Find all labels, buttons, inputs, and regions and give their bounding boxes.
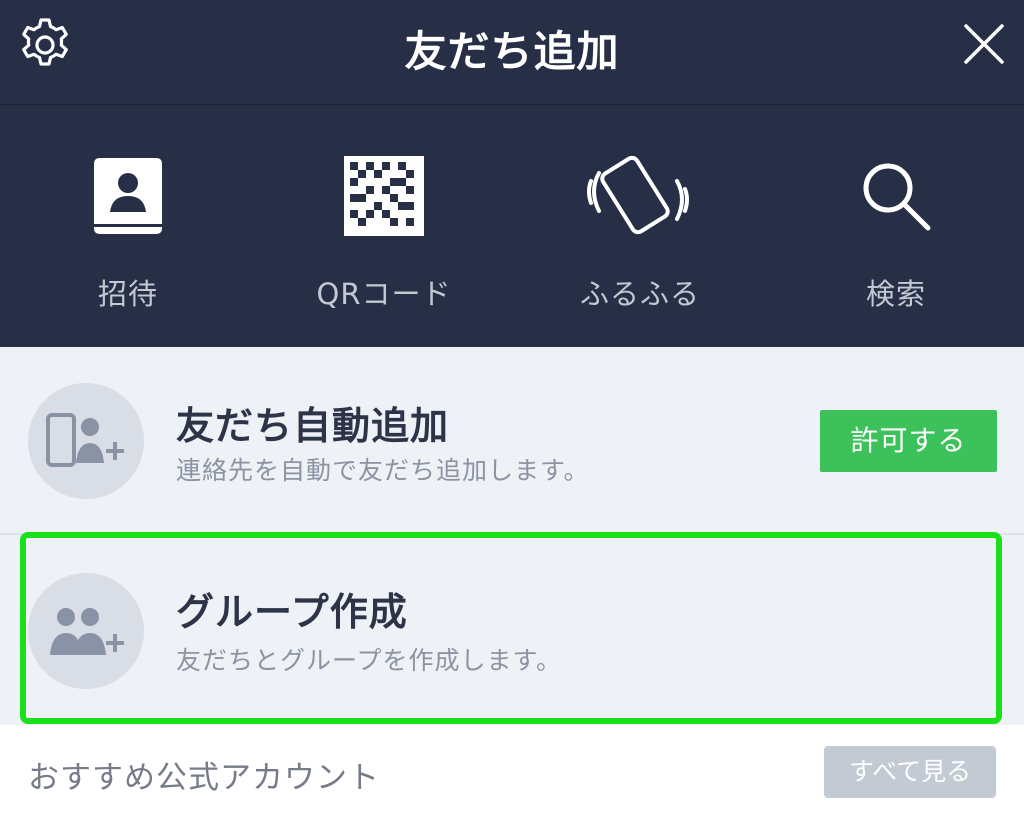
quick-actions-bar: 招待 QRコード ふるふる 検索: [0, 105, 1024, 347]
allow-button[interactable]: 許可する: [820, 410, 997, 472]
shake-button[interactable]: ふるふる: [540, 153, 740, 313]
search-button[interactable]: 検索: [796, 153, 996, 313]
recommended-official-accounts-bar: おすすめ公式アカウント すべて見る: [0, 726, 1024, 816]
contact-book-icon: [92, 156, 164, 240]
create-group-row[interactable]: グループ作成 友だちとグループを作成します。: [0, 535, 1024, 725]
auto-add-friends-row[interactable]: 友だち自動追加 連絡先を自動で友だち追加します。 許可する: [0, 347, 1024, 535]
search-icon: [856, 156, 936, 240]
qr-code-label: QRコード: [316, 277, 452, 311]
group-add-icon: [28, 573, 144, 689]
invite-label: 招待: [97, 277, 158, 311]
see-all-button[interactable]: すべて見る: [824, 746, 996, 798]
add-friends-screen: 友だち追加 招待 QRコード ふるふる 検索 友だち自動追加 連絡先を自動で友だ…: [0, 0, 1024, 816]
create-group-subtitle: 友だちとグループを作成します。: [176, 646, 563, 675]
page-title: 友だち追加: [404, 27, 620, 76]
qr-code-icon: [344, 156, 424, 240]
create-group-title: グループ作成: [176, 590, 408, 634]
header-bar: 友だち追加: [0, 0, 1024, 105]
recommended-accounts-label: おすすめ公式アカウント: [28, 760, 380, 796]
shake-label: ふるふる: [579, 277, 700, 311]
qr-code-button[interactable]: QRコード: [284, 153, 484, 313]
search-label: 検索: [865, 277, 926, 311]
shake-phone-icon: [585, 151, 695, 245]
phone-user-add-icon: [28, 383, 144, 499]
close-icon[interactable]: [958, 18, 1010, 70]
auto-add-subtitle: 連絡先を自動で友だち追加します。: [176, 456, 590, 485]
invite-button[interactable]: 招待: [28, 153, 228, 313]
auto-add-title: 友だち自動追加: [176, 404, 450, 448]
